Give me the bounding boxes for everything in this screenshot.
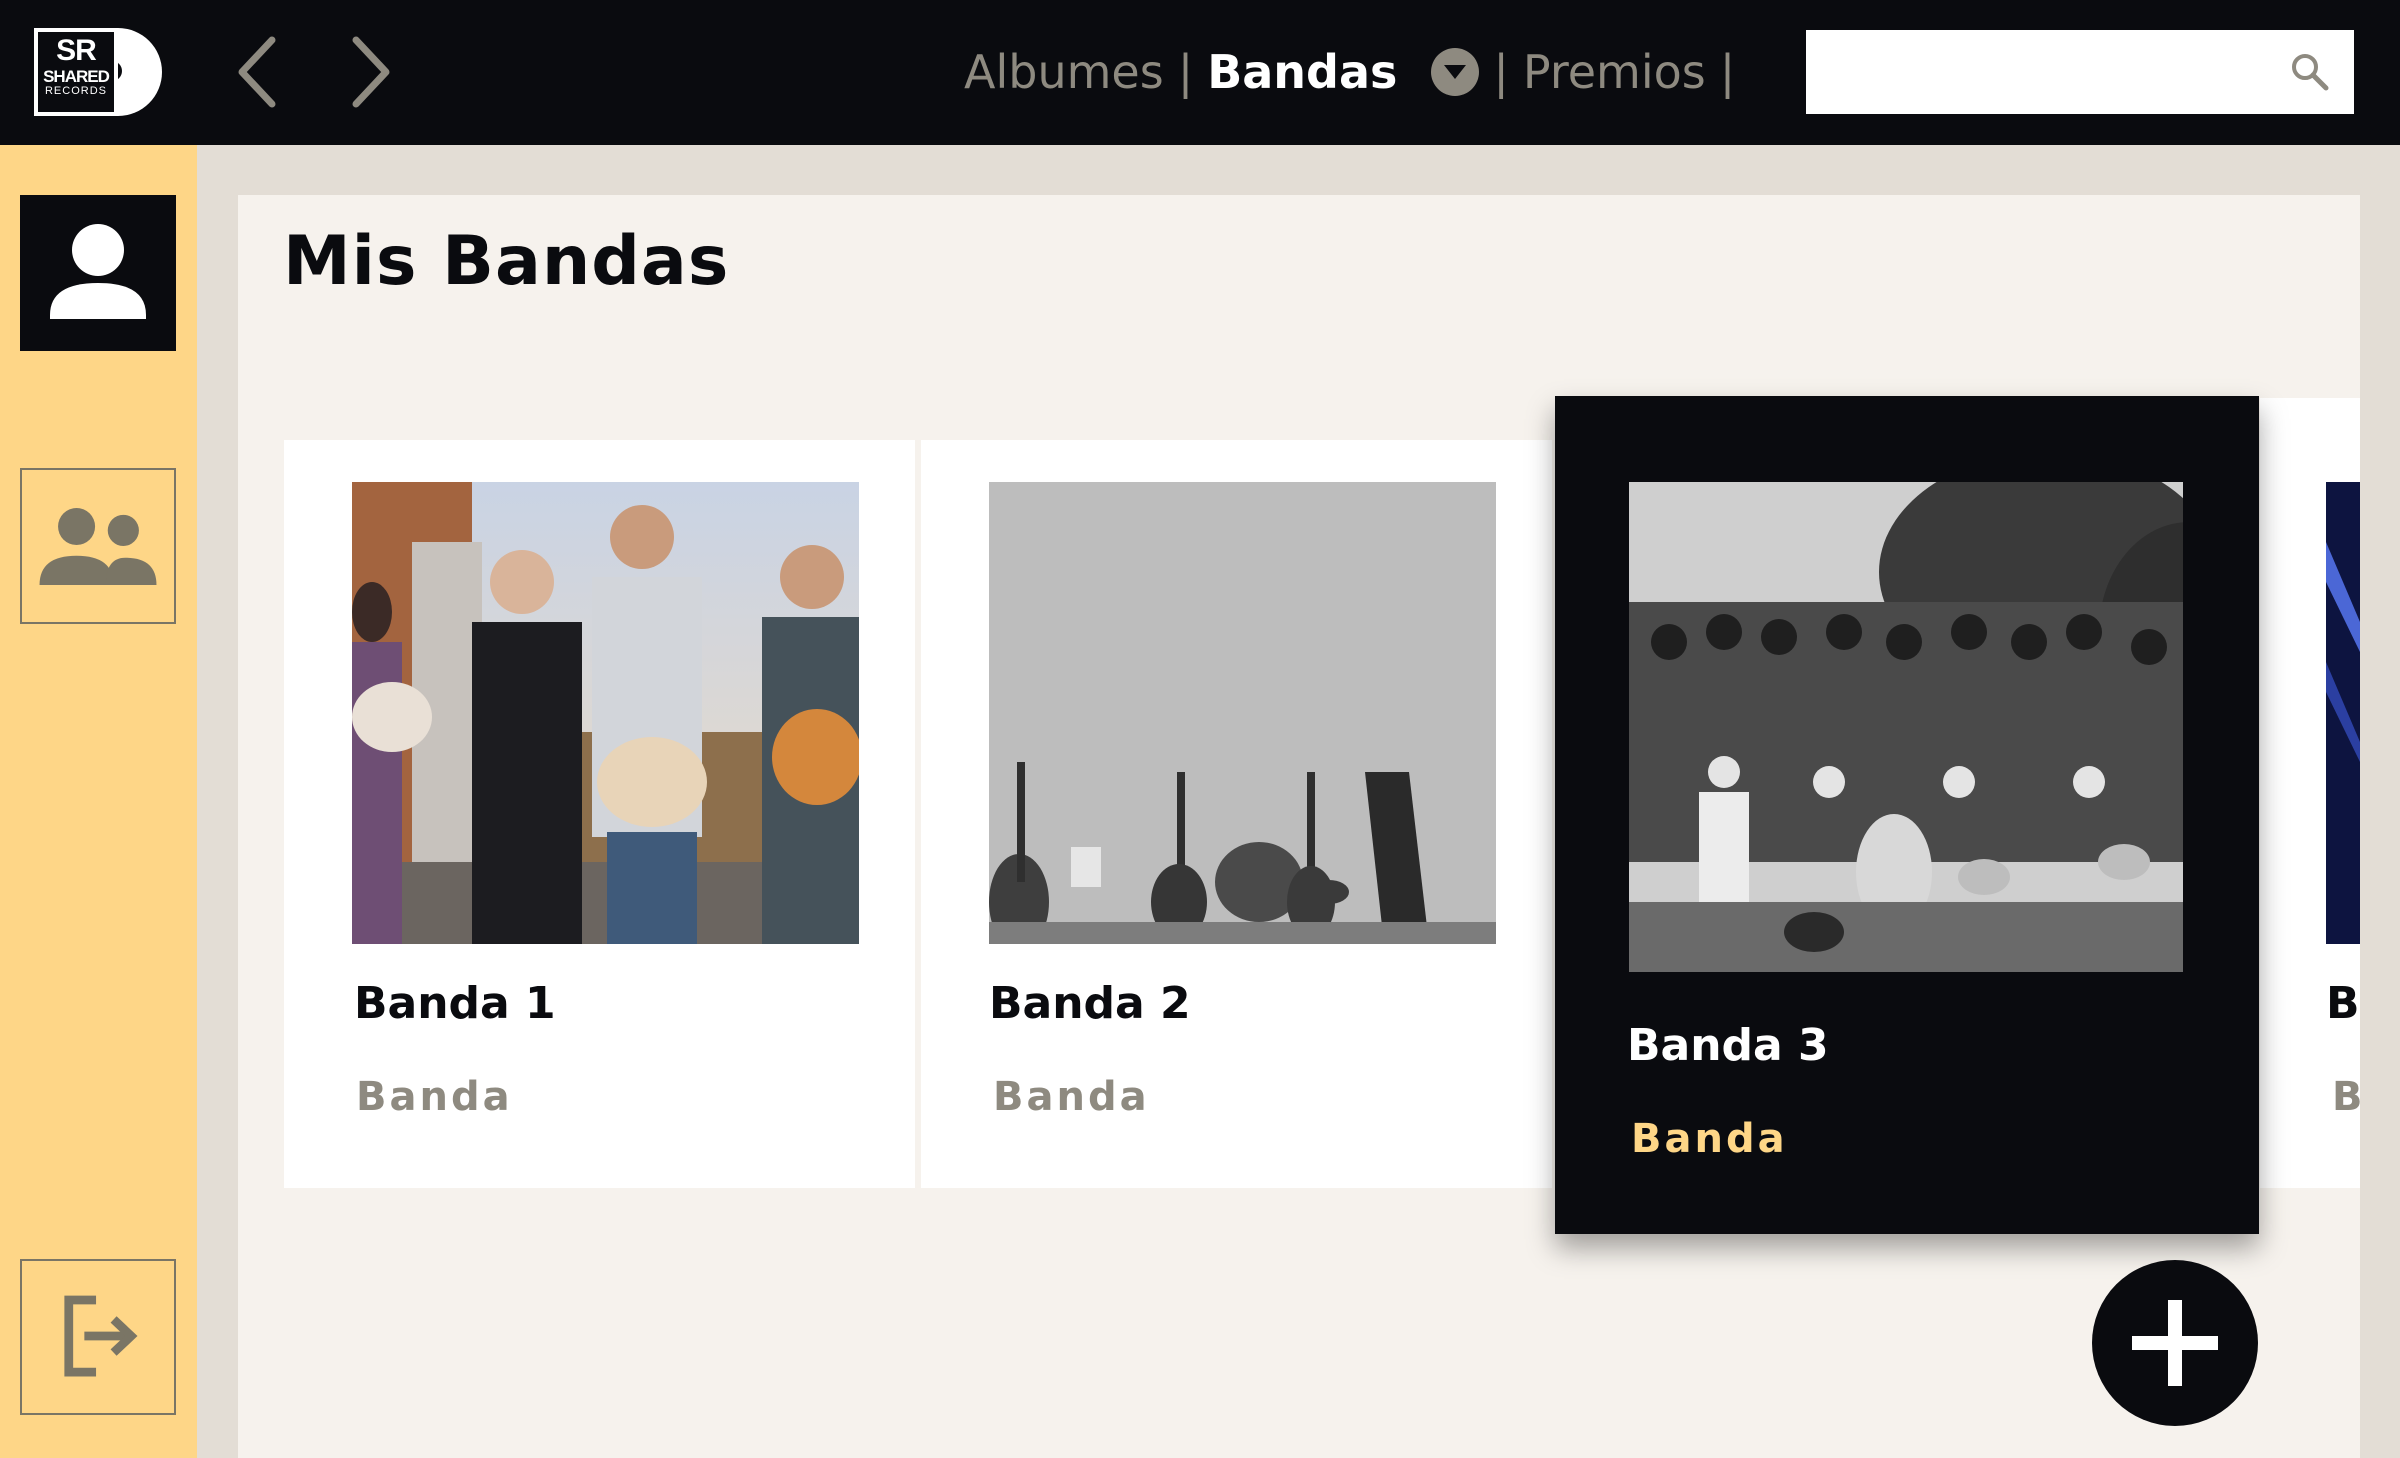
logo-text-records: RECORDS [44,85,107,97]
sidebar [0,145,197,1458]
band-name: Banda 3 [1627,1020,1829,1071]
nav-link-albumes[interactable]: Albumes [964,45,1164,99]
logout-icon [64,1295,138,1377]
band-type: Banda [993,1074,1150,1120]
nav-separator: | [1493,45,1509,99]
search-icon[interactable] [2288,50,2332,94]
band-name: Banda 2 [989,978,1191,1029]
chevron-left-icon [238,36,276,108]
sidebar-item-logout[interactable] [20,1259,176,1415]
band-photo [2326,482,2360,944]
forward-button[interactable] [340,34,400,110]
band-type: Banda [1631,1116,1788,1162]
band-card-2[interactable]: Banda 2 Banda [921,440,1552,1188]
band-name: Banda 1 [354,978,556,1029]
group-icon [39,508,157,585]
page-title: Mis Bandas [283,222,730,301]
top-bar: SR SHARED RECORDS Albumes | Bandas | Pre… [0,0,2400,145]
nav-link-premios[interactable]: Premios [1523,45,1706,99]
caret-down-circle-icon[interactable] [1431,48,1480,96]
band-card-1[interactable]: Banda 1 Banda [284,440,915,1188]
nav-separator: | [1719,45,1736,99]
band-card-4[interactable]: B B [2260,398,2360,1188]
band-photo [352,482,859,944]
logo-text-shared: SHARED [43,67,110,86]
band-photo [1629,482,2183,972]
brass-band-photo-image [1629,482,2183,972]
user-icon [50,224,146,319]
shared-records-logo[interactable]: SR SHARED RECORDS [34,28,162,116]
back-button[interactable] [228,34,288,110]
band-card-3[interactable]: Banda 3 Banda [1555,396,2259,1234]
band-name: B [2326,978,2360,1029]
sidebar-item-profile[interactable] [20,195,176,351]
band-type: Banda [356,1074,513,1120]
main-nav: Albumes | Bandas | Premios | [964,40,1749,104]
band-type: B [2332,1074,2360,1120]
band-photo-image [352,482,859,944]
nav-separator: | [1177,45,1194,99]
nav-link-bandas[interactable]: Bandas [1207,45,1397,99]
add-band-button[interactable] [2092,1260,2258,1426]
search-box [1806,30,2354,114]
instruments-photo-image [989,482,1496,944]
band-photo-image [2326,482,2360,944]
chevron-right-icon [352,36,390,108]
sidebar-item-bands[interactable] [20,468,176,624]
search-input[interactable] [1806,30,2354,114]
logo-text-sr: SR [56,34,97,67]
plus-icon [2132,1300,2218,1386]
band-photo [989,482,1496,944]
logo-sleeve: SR SHARED RECORDS [34,28,118,116]
